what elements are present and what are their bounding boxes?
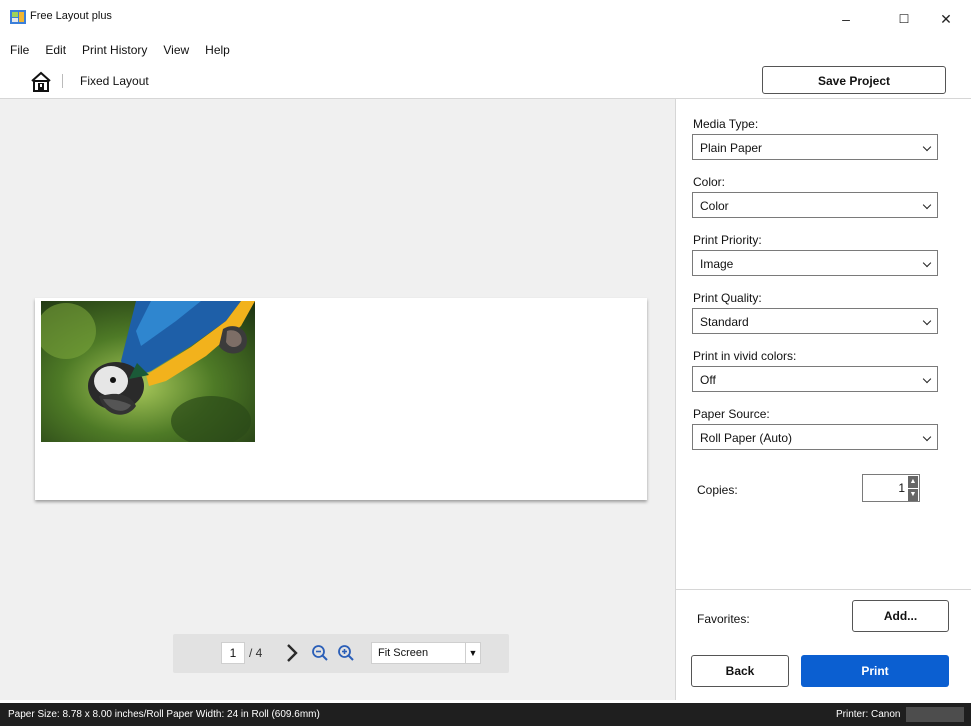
app-icon (10, 10, 26, 24)
zoom-in-icon[interactable] (337, 644, 355, 662)
panel-separator (676, 589, 971, 590)
printer-name-redaction (906, 707, 964, 722)
media-type-select[interactable]: Plain Paper (692, 134, 938, 160)
print-priority-select[interactable]: Image (692, 250, 938, 276)
vivid-colors-value: Off (700, 373, 716, 387)
increment-icon[interactable]: ▲ (908, 476, 918, 488)
menu-print-history[interactable]: Print History (82, 43, 147, 61)
chevron-down-icon (922, 258, 932, 268)
menu-view[interactable]: View (163, 43, 189, 61)
decrement-icon[interactable]: ▼ (908, 489, 918, 501)
close-button[interactable]: ✕ (926, 6, 966, 32)
page-total: / 4 (249, 646, 263, 660)
print-priority-label: Print Priority: (693, 233, 762, 247)
title-bar: Free Layout plus – ☐ ✕ (0, 0, 971, 38)
menu-bar: File Edit Print History View Help (10, 43, 246, 61)
paper-source-select[interactable]: Roll Paper (Auto) (692, 424, 938, 450)
menu-edit[interactable]: Edit (45, 43, 66, 61)
print-quality-value: Standard (700, 315, 749, 329)
menu-help[interactable]: Help (205, 43, 230, 61)
save-project-button[interactable]: Save Project (762, 66, 946, 94)
vivid-colors-label: Print in vivid colors: (693, 349, 797, 363)
media-type-value: Plain Paper (700, 141, 763, 155)
maximize-button[interactable]: ☐ (884, 6, 924, 32)
paper-source-label: Paper Source: (693, 407, 770, 421)
parrot-photo[interactable] (41, 301, 255, 442)
panel-divider (675, 99, 676, 700)
menu-file[interactable]: File (10, 43, 29, 61)
page-navigator: 1 / 4 Fit Screen ▼ (173, 634, 509, 673)
breadcrumb: Fixed Layout (80, 74, 149, 88)
window-title: Free Layout plus (30, 10, 112, 22)
paper-preview[interactable] (35, 298, 647, 500)
status-bar: Paper Size: 8.78 x 8.00 inches/Roll Pape… (0, 703, 971, 726)
print-priority-value: Image (700, 257, 734, 271)
zoom-select[interactable]: Fit Screen ▼ (371, 642, 481, 664)
media-type-label: Media Type: (693, 117, 759, 131)
chevron-down-icon (922, 374, 932, 384)
copies-stepper[interactable]: 1 ▲ ▼ (862, 474, 920, 502)
zoom-select-value: Fit Screen (378, 647, 429, 659)
breadcrumb-separator (62, 74, 63, 88)
chevron-down-icon (922, 142, 932, 152)
minimize-button[interactable]: – (826, 6, 866, 32)
print-button[interactable]: Print (801, 655, 949, 687)
page-number-input[interactable]: 1 (221, 642, 245, 664)
color-label: Color: (693, 175, 726, 189)
home-icon[interactable] (30, 71, 52, 93)
print-quality-select[interactable]: Standard (692, 308, 938, 334)
print-quality-label: Print Quality: (693, 291, 762, 305)
printer-status: Printer: Canon (836, 709, 901, 720)
chevron-down-icon (922, 200, 932, 210)
vivid-colors-select[interactable]: Off (692, 366, 938, 392)
back-button[interactable]: Back (691, 655, 789, 687)
color-value: Color (700, 199, 729, 213)
paper-size-status: Paper Size: 8.78 x 8.00 inches/Roll Pape… (8, 709, 320, 720)
color-select[interactable]: Color (692, 192, 938, 218)
chevron-down-icon (922, 432, 932, 442)
add-favorite-button[interactable]: Add... (852, 600, 949, 632)
chevron-down-icon: ▼ (465, 643, 480, 663)
chevron-down-icon (922, 316, 932, 326)
favorites-label: Favorites: (697, 612, 750, 626)
copies-value: 1 (898, 481, 905, 495)
copies-label: Copies: (697, 483, 738, 497)
next-page-icon[interactable] (283, 641, 301, 665)
paper-source-value: Roll Paper (Auto) (700, 431, 793, 445)
zoom-out-icon[interactable] (311, 644, 329, 662)
preview-area: 1 / 4 Fit Screen ▼ (0, 99, 675, 700)
